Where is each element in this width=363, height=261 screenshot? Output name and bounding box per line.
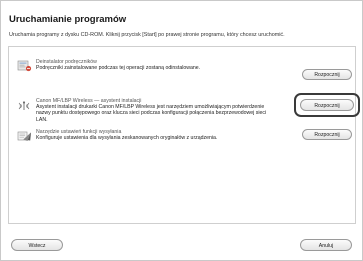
start-send-settings-button[interactable]: Rozpocznij xyxy=(302,129,352,140)
item-description: Podręczniki zainstalowane podczas tej op… xyxy=(36,65,201,71)
back-button[interactable]: Wstecz xyxy=(11,239,63,251)
installer-window: Uruchamianie programów Uruchamia program… xyxy=(0,0,363,261)
send-settings-icon xyxy=(17,129,32,141)
start-wireless-assistant-button[interactable]: Rozpocznij xyxy=(300,99,354,111)
wireless-icon xyxy=(17,98,32,110)
item-description: Konfiguruje ustawienia dla wysyłania zes… xyxy=(36,135,218,141)
start-uninstaller-button[interactable]: Rozpocznij xyxy=(302,69,352,80)
uninstall-icon xyxy=(17,59,32,72)
page-title: Uruchamianie programów xyxy=(9,14,127,25)
instruction-text: Uruchamia programy z dysku CD-ROM. Klikn… xyxy=(9,32,285,38)
item-description: Asystent instalacji drukarki Canon MF/LB… xyxy=(36,104,267,123)
cancel-button[interactable]: Anuluj xyxy=(300,239,352,251)
